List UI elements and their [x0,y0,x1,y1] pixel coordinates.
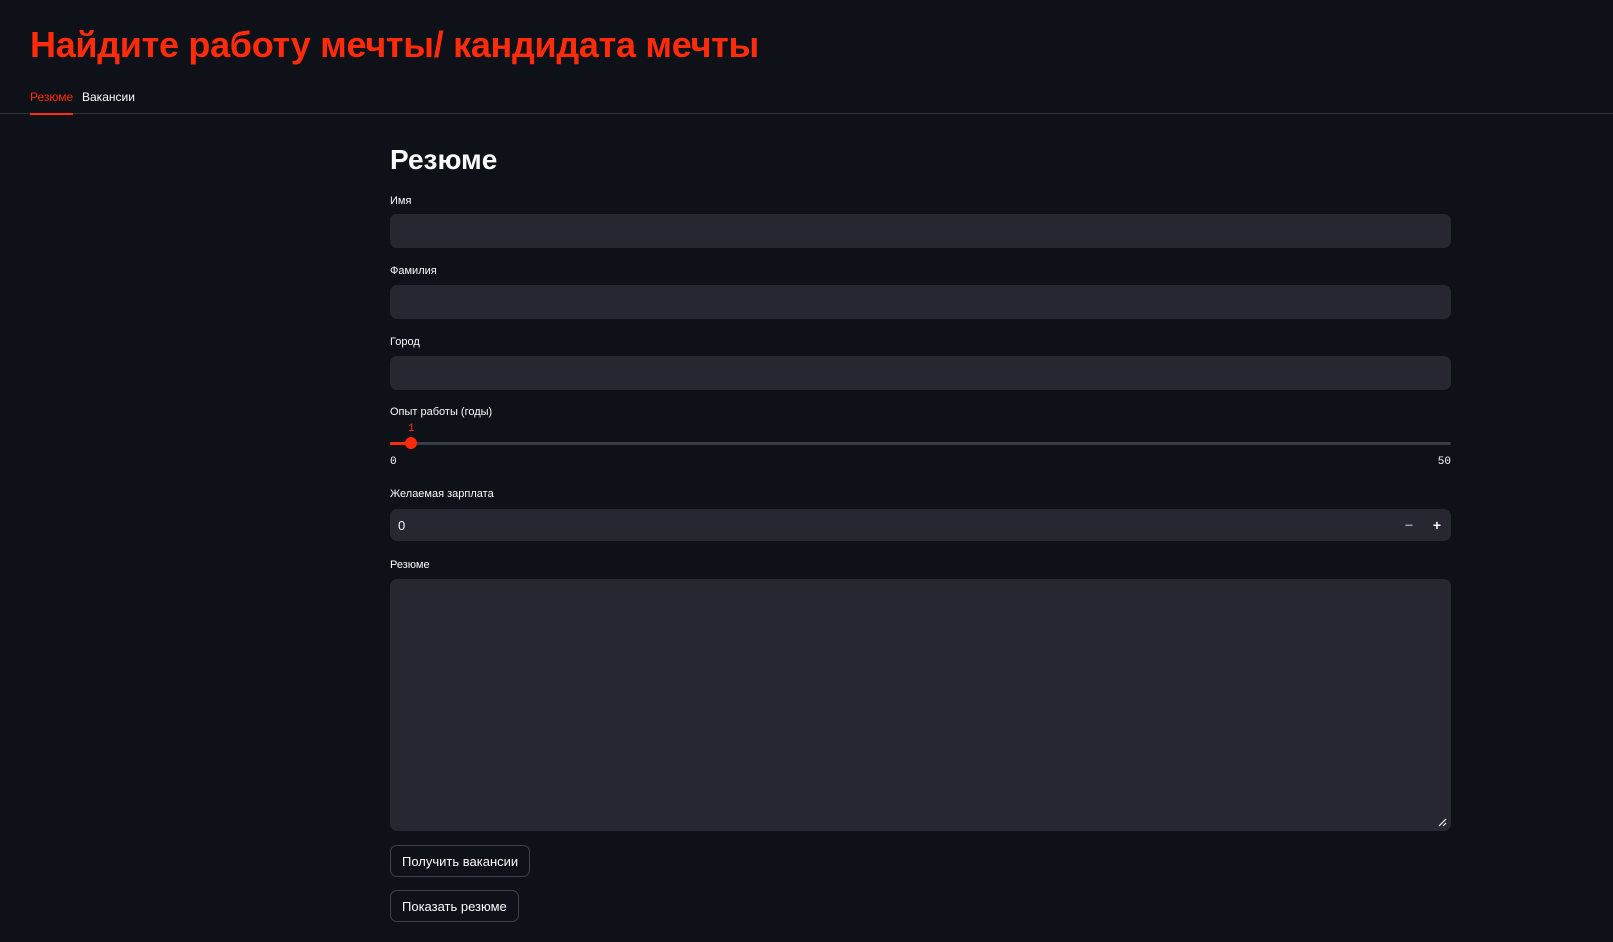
slider-min-label: 0 [390,456,397,468]
city-label: Город [390,336,420,348]
get-vacancies-button[interactable]: Получить вакансии [390,845,531,877]
experience-label: Опыт работы (годы) [390,406,493,418]
salary-input[interactable] [390,509,1350,541]
slider-max-label: 50 [1437,456,1451,468]
experience-slider[interactable]: 1 0 50 [390,420,1451,470]
name-label: Имя [390,195,412,207]
app-page: Найдите работу мечты/ кандидата мечты Ре… [0,0,1613,942]
surname-label: Фамилия [390,265,437,277]
tab-resume[interactable]: Резюме [30,90,74,115]
tab-bar: Резюме Вакансии [0,84,1613,115]
resume-label: Резюме [390,559,430,571]
resume-textarea[interactable] [390,579,1451,831]
salary-number-input: − + [390,509,1451,541]
slider-current-value: 1 [408,423,415,435]
decrement-button[interactable]: − [1395,509,1423,541]
show-resume-button[interactable]: Показать резюме [390,890,519,922]
slider-thumb[interactable] [405,437,417,449]
salary-label: Желаемая зарплата [390,488,494,500]
resize-handle-icon[interactable] [1437,817,1447,827]
surname-input[interactable] [390,285,1451,319]
slider-track[interactable] [390,442,1451,445]
section-title: Резюме [390,144,498,175]
name-input[interactable] [390,214,1451,248]
city-input[interactable] [390,356,1451,390]
increment-button[interactable]: + [1423,509,1451,541]
tab-vacancies[interactable]: Вакансии [82,90,135,114]
app-title: Найдите работу мечты/ кандидата мечты [30,24,759,65]
